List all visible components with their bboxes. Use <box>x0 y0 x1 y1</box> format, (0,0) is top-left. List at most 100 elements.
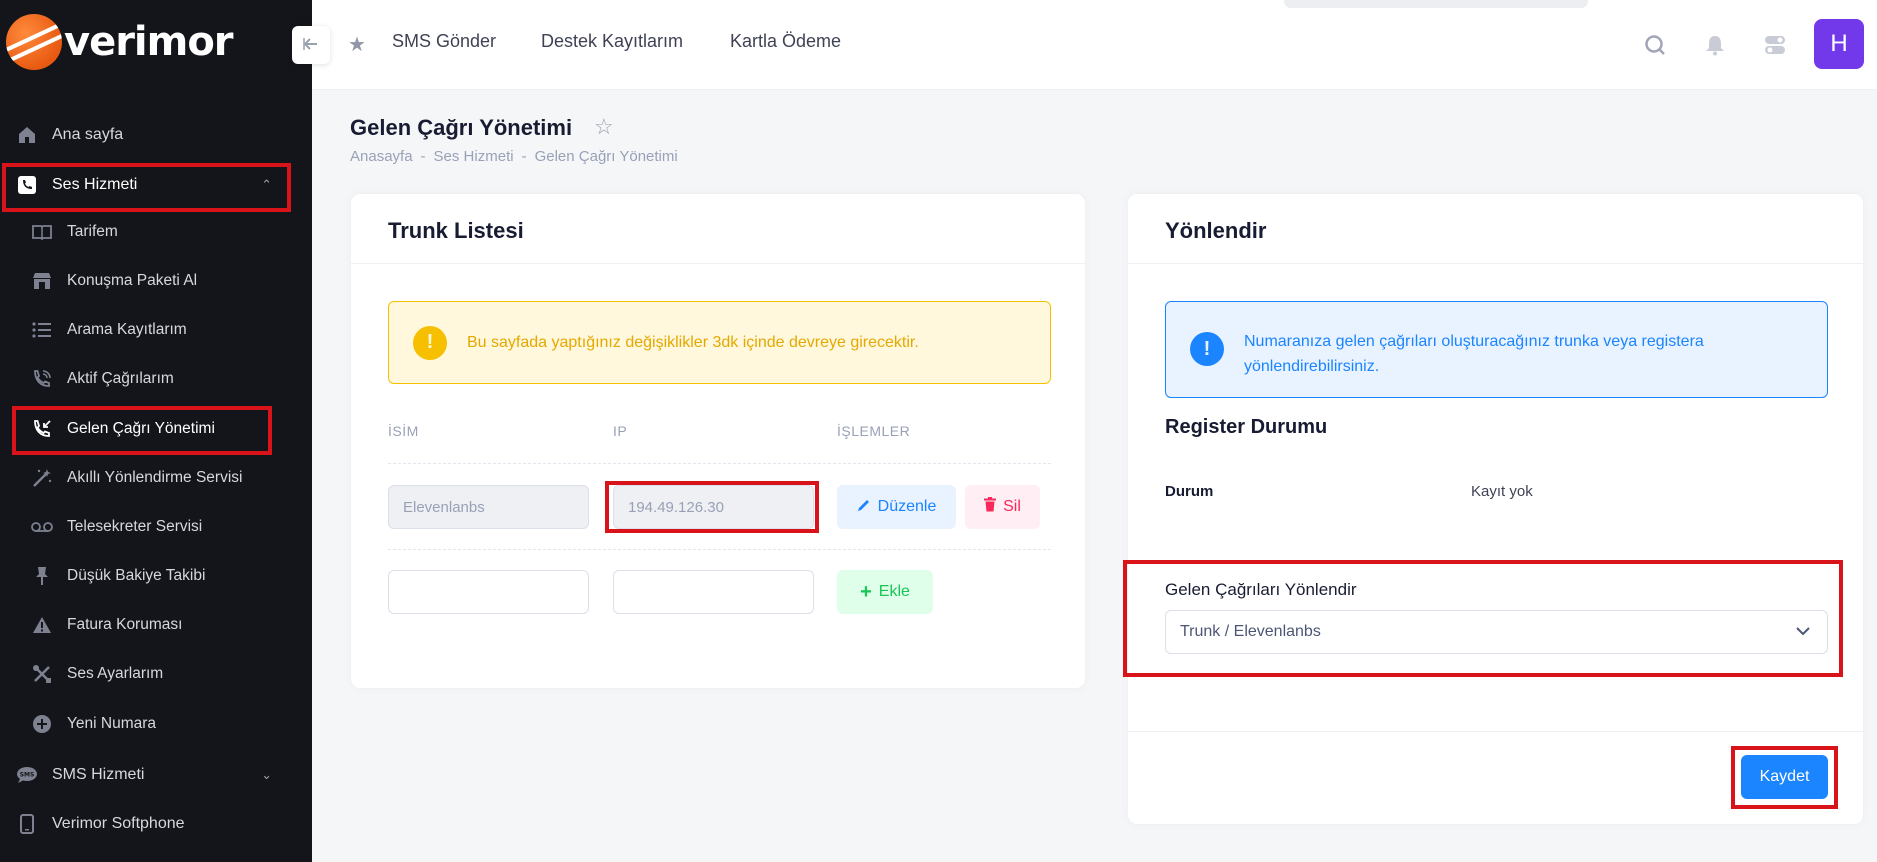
sidebar-item-label: Ses Ayarlarım <box>67 665 164 682</box>
sidebar-item-label: Tarifem <box>67 223 118 240</box>
sidebar: verimor Ana sayfa Ses Hizmeti ⌃ Tarifem … <box>0 0 312 862</box>
breadcrumb-separator: - <box>521 148 527 165</box>
voicemail-icon <box>31 516 53 538</box>
register-status-title: Register Durumu <box>1165 416 1328 438</box>
card-footer-divider <box>1128 731 1863 732</box>
sidebar-item-dusuk-bakiye[interactable]: Düşük Bakiye Takibi <box>0 556 312 596</box>
card-divider <box>1128 263 1863 264</box>
status-label: Durum <box>1165 483 1214 500</box>
column-header-islemler: İŞLEMLER <box>837 423 911 439</box>
sidebar-item-yeni-numara[interactable]: Yeni Numara <box>0 704 312 744</box>
info-exclamation-icon: ! <box>1190 332 1224 366</box>
trunk-list-title: Trunk Listesi <box>388 218 524 243</box>
new-trunk-ip-input[interactable] <box>613 570 814 614</box>
column-header-ip: IP <box>613 423 628 439</box>
warning-text: Bu sayfada yaptığınız değişiklikler 3dk … <box>467 333 919 351</box>
sidebar-item-label: Yeni Numara <box>67 715 157 732</box>
search-icon[interactable] <box>1640 30 1670 60</box>
favorites-star-icon[interactable]: ★ <box>348 32 366 57</box>
highlight-save <box>1731 746 1838 809</box>
trash-icon <box>984 497 997 517</box>
exclamation-icon: ! <box>413 325 447 360</box>
row-divider <box>388 463 1051 464</box>
notification-bell-icon[interactable] <box>1700 30 1730 60</box>
sms-bubble-icon: SMS <box>16 764 38 786</box>
warning-icon <box>31 614 53 636</box>
page-title: Gelen Çağrı Yönetimi <box>350 115 573 140</box>
pencil-icon <box>857 498 871 517</box>
row-divider <box>388 549 1051 550</box>
add-button-label: Ekle <box>878 583 910 600</box>
edit-button-label: Düzenle <box>877 498 937 515</box>
arrow-left-icon <box>303 35 319 56</box>
plus-icon: + <box>860 580 872 603</box>
card-divider <box>351 263 1085 264</box>
sidebar-item-label: SMS Hizmeti <box>52 766 145 783</box>
home-icon <box>16 124 38 146</box>
delete-button-label: Sil <box>1003 498 1021 515</box>
edit-button[interactable]: Düzenle <box>837 485 956 529</box>
sidebar-item-label: Arama Kayıtlarım <box>67 321 187 338</box>
user-avatar[interactable]: H <box>1814 19 1864 69</box>
redirect-card: Yönlendir ! Numaranıza gelen çağrıları o… <box>1123 193 1864 825</box>
sidebar-item-ses-ayarlarim[interactable]: Ses Ayarlarım <box>0 654 312 694</box>
delete-button[interactable]: Sil <box>965 485 1040 529</box>
sidebar-item-label: Fatura Koruması <box>67 616 183 633</box>
column-header-isim: İSİM <box>388 423 419 439</box>
sidebar-item-aktif-cagrilarim[interactable]: Aktif Çağrılarım <box>0 359 312 399</box>
book-icon <box>31 221 53 243</box>
highlight-gelen-cagri <box>12 406 272 455</box>
mobile-phone-icon <box>16 813 38 835</box>
svg-text:SMS: SMS <box>20 772 35 779</box>
chevron-down-icon: ⌄ <box>261 767 272 782</box>
sidebar-item-akilli-yonlendirme[interactable]: Akıllı Yönlendirme Servisi <box>0 458 312 498</box>
sidebar-item-label: Akıllı Yönlendirme Servisi <box>67 469 243 486</box>
sidebar-item-label: Verimor Softphone <box>52 815 185 832</box>
sidebar-item-ana-sayfa[interactable]: Ana sayfa <box>0 115 312 155</box>
highlight-redirect-select <box>1123 560 1843 677</box>
magic-wand-icon <box>31 467 53 489</box>
top-header: ★ SMS Gönder Destek Kayıtlarım Kartla Öd… <box>292 0 1877 90</box>
logo-text: verimor <box>64 19 234 65</box>
breadcrumb-anasayfa[interactable]: Anasayfa <box>350 148 413 165</box>
info-text: Numaranıza gelen çağrıları oluşturacağın… <box>1244 333 1704 375</box>
trunk-list-card: Trunk Listesi ! Bu sayfada yaptığınız de… <box>350 193 1086 689</box>
sidebar-item-label: Düşük Bakiye Takibi <box>67 567 206 584</box>
toggle-settings-icon[interactable] <box>1760 30 1790 60</box>
sidebar-item-konusma-paketi[interactable]: Konuşma Paketi Al <box>0 261 312 301</box>
sidebar-item-verimor-softphone[interactable]: Verimor Softphone <box>0 804 312 844</box>
add-favorite-star-icon[interactable]: ☆ <box>594 114 614 140</box>
sidebar-item-telesekreter[interactable]: Telesekreter Servisi <box>0 507 312 547</box>
breadcrumb-separator: - <box>420 148 426 165</box>
sidebar-collapse-button[interactable] <box>292 26 330 64</box>
sidebar-item-label: Konuşma Paketi Al <box>67 272 198 289</box>
breadcrumb-current: Gelen Çağrı Yönetimi <box>534 148 678 165</box>
sidebar-item-arama-kayitlarim[interactable]: Arama Kayıtlarım <box>0 310 312 350</box>
sidebar-item-fatura-korumasi[interactable]: Fatura Koruması <box>0 605 312 645</box>
store-icon <box>31 270 53 292</box>
new-trunk-name-input[interactable] <box>388 570 589 614</box>
breadcrumb: Anasayfa - Ses Hizmeti - Gelen Çağrı Yönetim… <box>350 148 678 165</box>
add-button[interactable]: + Ekle <box>837 570 933 614</box>
trunk-name-input[interactable]: Elevenlanbs <box>388 485 589 529</box>
sidebar-item-label: Aktif Çağrılarım <box>67 370 174 387</box>
header-link-kartla-odeme[interactable]: Kartla Ödeme <box>730 31 841 52</box>
sidebar-item-sms-hizmeti[interactable]: SMS SMS Hizmeti ⌄ <box>0 755 312 795</box>
pin-icon <box>31 565 53 587</box>
info-alert: ! Numaranıza gelen çağrıları oluşturacağ… <box>1165 301 1828 398</box>
breadcrumb-ses-hizmeti[interactable]: Ses Hizmeti <box>434 148 514 165</box>
verimor-logo[interactable]: verimor <box>6 14 234 70</box>
tools-icon <box>31 663 53 685</box>
phone-ring-icon <box>31 368 53 390</box>
header-link-sms-gonder[interactable]: SMS Gönder <box>392 31 496 52</box>
warning-alert: ! Bu sayfada yaptığınız değişiklikler 3d… <box>388 301 1051 384</box>
sidebar-item-tarifem[interactable]: Tarifem <box>0 212 312 252</box>
redirect-title: Yönlendir <box>1165 218 1267 243</box>
top-search-pill[interactable] <box>1284 0 1588 8</box>
status-value: Kayıt yok <box>1471 483 1533 500</box>
highlight-ip <box>605 481 819 533</box>
header-link-destek-kayitlarim[interactable]: Destek Kayıtlarım <box>541 31 683 52</box>
sidebar-item-label: Telesekreter Servisi <box>67 518 203 535</box>
highlight-ses-hizmeti <box>2 163 291 212</box>
logo-globe-icon <box>6 14 62 70</box>
